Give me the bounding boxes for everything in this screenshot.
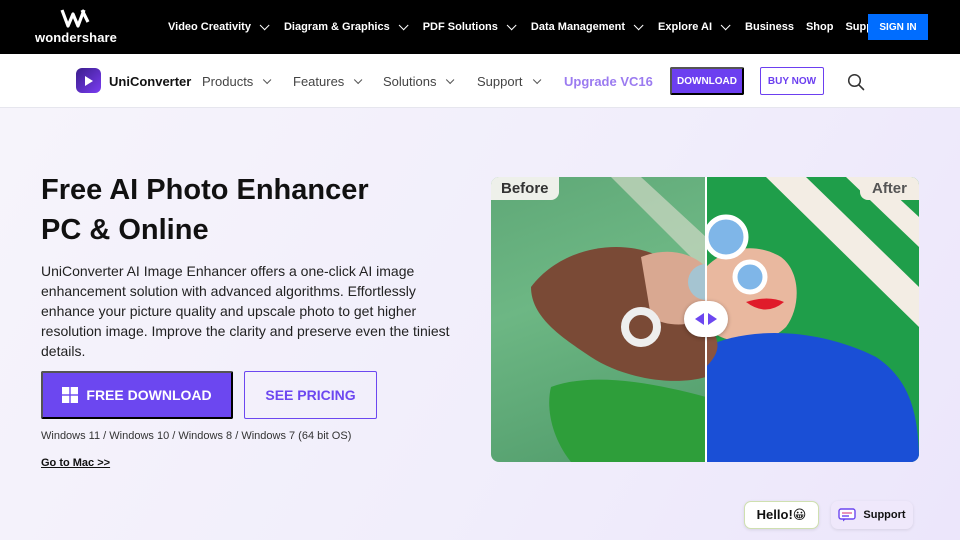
go-to-mac-link[interactable]: Go to Mac >> bbox=[41, 457, 110, 469]
global-nav-shop[interactable]: Shop bbox=[806, 21, 834, 33]
after-image: After bbox=[703, 177, 919, 462]
chevron-down-icon bbox=[633, 19, 644, 30]
upgrade-link[interactable]: Upgrade VC16 bbox=[564, 74, 653, 89]
slider-arrows-icon bbox=[695, 313, 717, 325]
chevron-down-icon bbox=[259, 19, 270, 30]
hello-chat-bubble[interactable]: Hello!😀 bbox=[744, 501, 819, 529]
title-line-2: PC & Online bbox=[41, 214, 209, 246]
chevron-down-icon bbox=[506, 19, 517, 30]
buy-now-button[interactable]: BUY NOW bbox=[760, 67, 824, 95]
global-nav-pdf-solutions[interactable]: PDF Solutions bbox=[423, 19, 517, 33]
after-label: After bbox=[859, 177, 919, 200]
uniconverter-logo[interactable] bbox=[76, 68, 101, 93]
before-image: Before bbox=[491, 177, 724, 462]
global-nav-explore-ai[interactable]: Explore AI bbox=[658, 19, 731, 33]
free-download-label: FREE DOWNLOAD bbox=[86, 387, 212, 403]
page-title: Free AI Photo Enhancer PC & Online bbox=[41, 170, 441, 250]
support-chat-button[interactable]: Support bbox=[831, 501, 913, 529]
after-photo-illustration bbox=[703, 177, 919, 462]
before-after-comparison[interactable]: Before After bbox=[491, 177, 919, 462]
global-nav-video-creativity[interactable]: Video Creativity bbox=[168, 19, 270, 33]
wondershare-logo-icon bbox=[60, 9, 90, 28]
product-nav-solutions[interactable]: Solutions bbox=[383, 74, 455, 89]
hero-description: UniConverter AI Image Enhancer offers a … bbox=[41, 263, 450, 359]
product-nav-support[interactable]: Support bbox=[477, 74, 541, 89]
global-nav-diagram-graphics[interactable]: Diagram & Graphics bbox=[284, 19, 409, 33]
product-nav-products[interactable]: Products bbox=[202, 74, 272, 89]
product-name[interactable]: UniConverter bbox=[109, 74, 191, 89]
os-compatibility-note: Windows 11 / Windows 10 / Windows 8 / Wi… bbox=[41, 430, 352, 442]
wondershare-logo[interactable]: wondershare bbox=[35, 8, 118, 48]
download-button[interactable]: DOWNLOAD bbox=[670, 67, 744, 95]
before-label: Before bbox=[491, 177, 559, 200]
global-nav-business[interactable]: Business bbox=[745, 21, 794, 33]
product-nav-features[interactable]: Features bbox=[293, 74, 363, 89]
title-line-1: Free AI Photo Enhancer bbox=[41, 174, 369, 206]
global-nav-data-management[interactable]: Data Management bbox=[531, 19, 644, 33]
uniconverter-logo-icon bbox=[84, 75, 93, 86]
see-pricing-button[interactable]: SEE PRICING bbox=[244, 371, 377, 419]
comparison-slider-handle[interactable] bbox=[684, 301, 728, 337]
windows-icon bbox=[62, 387, 79, 403]
before-photo-illustration bbox=[531, 177, 724, 462]
chevron-down-icon bbox=[720, 19, 731, 30]
global-header: wondershare Video Creativity Diagram & G… bbox=[0, 0, 960, 54]
support-label: Support bbox=[863, 509, 906, 521]
chat-icon bbox=[838, 508, 857, 522]
sign-in-button[interactable]: SIGN IN bbox=[868, 14, 928, 40]
wondershare-logo-text: wondershare bbox=[35, 30, 118, 45]
global-nav: Video Creativity Diagram & Graphics PDF … bbox=[168, 0, 900, 54]
chevron-down-icon bbox=[398, 19, 409, 30]
free-download-button[interactable]: FREE DOWNLOAD bbox=[41, 371, 233, 419]
search-icon[interactable] bbox=[847, 73, 865, 91]
